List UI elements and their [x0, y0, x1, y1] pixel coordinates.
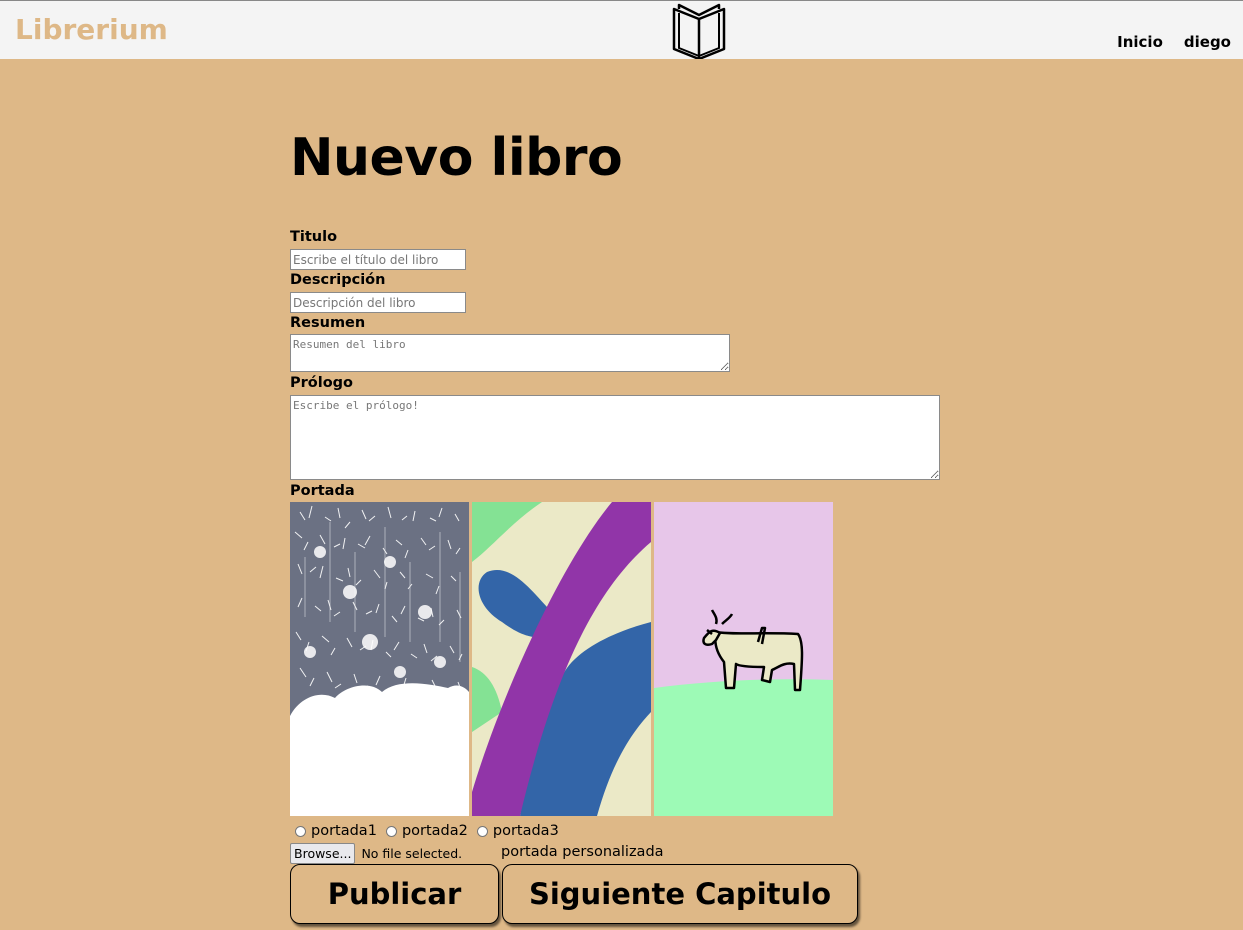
cover-radio-3[interactable]	[476, 825, 488, 837]
cover-option-2[interactable]: portada2	[385, 823, 468, 839]
custom-cover-label: portada personalizada	[501, 844, 664, 860]
file-status: No file selected.	[361, 846, 463, 861]
prologo-textarea[interactable]	[290, 395, 940, 480]
publish-button[interactable]: Publicar	[290, 864, 499, 924]
descripcion-input[interactable]	[290, 292, 466, 313]
cover-image-2[interactable]	[472, 502, 651, 816]
open-book-icon	[672, 3, 726, 59]
cover-image-1[interactable]	[290, 502, 469, 816]
brand-link[interactable]: Librerium	[15, 13, 168, 46]
prologo-label: Prólogo	[290, 375, 354, 391]
nav-link-inicio[interactable]: Inicio	[1117, 33, 1163, 51]
file-input: Browse... No file selected.	[290, 843, 462, 864]
titulo-input[interactable]	[290, 249, 466, 270]
cover-option-2-label: portada2	[401, 823, 468, 839]
titulo-label: Titulo	[290, 229, 338, 245]
nav-links: Inicio diego	[1117, 33, 1231, 51]
browse-button[interactable]: Browse...	[290, 843, 356, 864]
resumen-textarea[interactable]	[290, 334, 730, 372]
cover-option-1-label: portada1	[311, 823, 377, 839]
portada-label: Portada	[290, 483, 355, 499]
cover-image-3[interactable]	[654, 502, 833, 816]
cover-option-3-label: portada3	[492, 823, 559, 839]
next-chapter-button[interactable]: Siguiente Capitulo	[502, 864, 858, 924]
cover-option-3[interactable]: portada3	[476, 823, 559, 839]
cover-gallery	[290, 502, 833, 816]
descripcion-label: Descripción	[290, 272, 386, 288]
cover-radio-1[interactable]	[295, 825, 306, 837]
page-title: Nuevo libro	[290, 128, 623, 188]
navbar: Librerium Inicio diego	[0, 0, 1243, 59]
nav-link-user[interactable]: diego	[1184, 33, 1231, 51]
cover-radio-2[interactable]	[385, 825, 397, 837]
resumen-label: Resumen	[290, 315, 366, 331]
cover-option-1[interactable]: portada1	[295, 823, 377, 839]
cover-radio-group: portada1 portada2 portada3	[295, 823, 568, 839]
